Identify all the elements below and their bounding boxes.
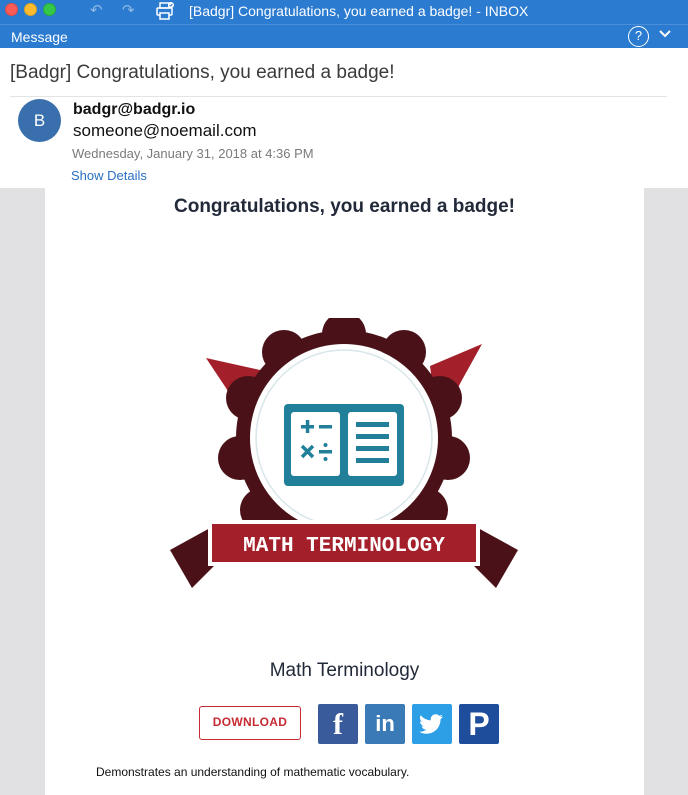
sender-address[interactable]: badgr@badgr.io [73, 101, 195, 119]
printer-icon[interactable] [155, 2, 175, 20]
download-button[interactable]: DOWNLOAD [199, 706, 301, 740]
window-title: [Badgr] Congratulations, you earned a ba… [189, 3, 529, 19]
pinterest-icon: P [468, 706, 490, 742]
badge-name: Math Terminology [269, 660, 420, 681]
linkedin-share-button[interactable]: in [365, 704, 405, 744]
zoom-window-button[interactable] [43, 3, 56, 16]
badge-description: Demonstrates an understanding of mathema… [96, 765, 410, 779]
email-heading: Congratulations, you earned a badge! [174, 196, 515, 217]
minimize-window-button[interactable] [24, 3, 37, 16]
linkedin-icon: in [375, 711, 395, 736]
help-button[interactable]: ? [628, 26, 649, 47]
pinterest-share-button[interactable]: P [459, 704, 499, 744]
open-book-icon [284, 404, 404, 486]
message-subject: [Badgr] Congratulations, you earned a ba… [10, 62, 395, 83]
show-details-link[interactable]: Show Details [71, 168, 147, 183]
twitter-icon [419, 714, 443, 734]
avatar[interactable]: B [18, 99, 61, 142]
close-window-button[interactable] [5, 3, 18, 16]
recipient-address[interactable]: someone@noemail.com [73, 121, 257, 141]
facebook-icon: f [333, 708, 343, 741]
message-date: Wednesday, January 31, 2018 at 4:36 PM [72, 146, 314, 161]
redo-icon[interactable]: ↷ [122, 2, 135, 20]
facebook-share-button[interactable]: f [318, 704, 358, 744]
badge-image: MATH TERMINOLOGY [170, 318, 518, 588]
ribbon: Message ? [0, 24, 688, 48]
undo-icon[interactable]: ↶ [90, 2, 103, 20]
chevron-down-icon[interactable] [659, 28, 671, 42]
header-divider [10, 96, 667, 97]
title-bar: ↶ ↷ [Badgr] Congratulations, you earned … [0, 0, 688, 24]
twitter-share-button[interactable] [412, 704, 452, 744]
badge-banner-text: MATH TERMINOLOGY [243, 535, 445, 558]
tab-message[interactable]: Message [11, 29, 68, 45]
